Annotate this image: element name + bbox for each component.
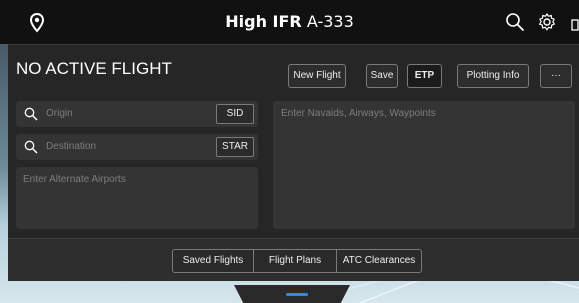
flight-status-title: NO ACTIVE FLIGHT	[16, 59, 172, 78]
aircraft-type: A-333	[306, 12, 354, 31]
route-input[interactable]: Enter Navaids, Airways, Waypoints	[273, 101, 575, 229]
app-title: High IFR A-333	[0, 12, 579, 31]
save-button[interactable]: Save	[366, 64, 398, 88]
star-button[interactable]: STAR	[216, 137, 254, 157]
search-icon	[24, 107, 38, 121]
search-icon[interactable]	[505, 12, 525, 32]
sid-button[interactable]: SID	[216, 104, 254, 124]
plotting-info-button[interactable]: Plotting Info	[457, 64, 529, 88]
destination-field[interactable]: Destination STAR	[16, 134, 258, 160]
saved-flights-tab[interactable]: Saved Flights	[172, 249, 254, 273]
new-flight-button[interactable]: New Flight	[288, 64, 346, 88]
flight-plan-panel: NO ACTIVE FLIGHT New Flight Save ETP Plo…	[8, 44, 579, 281]
route-placeholder: Enter Navaids, Airways, Waypoints	[281, 108, 436, 119]
more-options-button[interactable]: ···	[540, 64, 572, 88]
search-icon	[24, 140, 38, 154]
origin-placeholder: Origin	[46, 108, 73, 119]
destination-placeholder: Destination	[46, 141, 97, 152]
drawer-handle[interactable]	[286, 293, 308, 296]
etp-button[interactable]: ETP	[407, 64, 442, 88]
atc-clearances-tab[interactable]: ATC Clearances	[336, 249, 422, 273]
flight-plans-tab[interactable]: Flight Plans	[253, 249, 337, 273]
alternate-airports-input[interactable]: Enter Alternate Airports	[16, 167, 258, 229]
title-bold: High IFR	[225, 12, 302, 31]
alternates-placeholder: Enter Alternate Airports	[23, 174, 126, 185]
gear-icon[interactable]	[538, 13, 556, 31]
top-bar: High IFR A-333	[0, 0, 579, 44]
panel-edge-icon[interactable]	[571, 19, 579, 31]
bottom-tab-bar: Saved Flights Flight Plans ATC Clearance…	[8, 238, 579, 281]
origin-field[interactable]: Origin SID	[16, 101, 258, 127]
